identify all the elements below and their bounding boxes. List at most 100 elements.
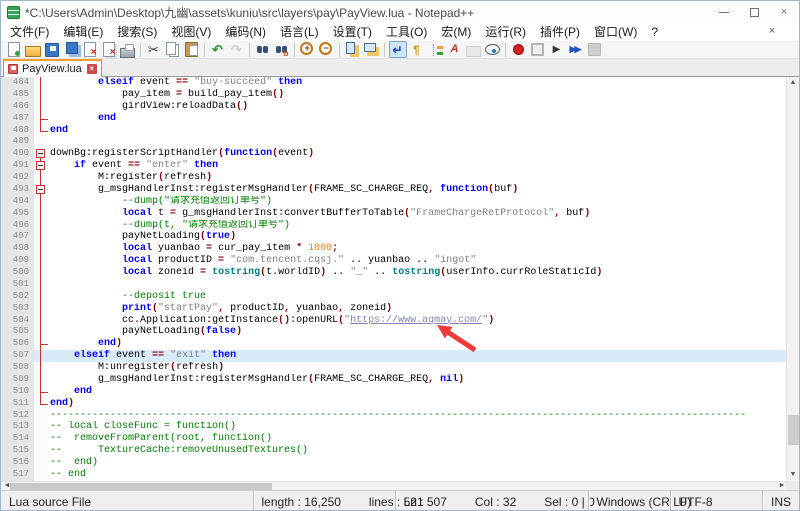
- line-number[interactable]: 492: [1, 172, 34, 184]
- fold-marker[interactable]: [34, 160, 48, 172]
- code-line[interactable]: 506 end): [1, 338, 788, 350]
- line-number[interactable]: 511: [1, 398, 34, 410]
- line-number[interactable]: 517: [1, 469, 34, 481]
- sync-scroll-horizontal-icon[interactable]: [363, 41, 381, 58]
- code-line[interactable]: 489: [1, 136, 788, 148]
- line-number[interactable]: 513: [1, 421, 34, 433]
- code-line[interactable]: 501: [1, 279, 788, 291]
- line-number[interactable]: 499: [1, 255, 34, 267]
- menu-item[interactable]: 运行(R): [478, 23, 533, 41]
- menu-item[interactable]: 窗口(W): [587, 23, 644, 41]
- line-number[interactable]: 496: [1, 220, 34, 232]
- code-line[interactable]: 500 local zoneid = tostring(t.worldID) .…: [1, 267, 788, 279]
- sync-scroll-vertical-icon[interactable]: [344, 41, 362, 58]
- line-number[interactable]: 504: [1, 315, 34, 327]
- line-number[interactable]: 516: [1, 457, 34, 469]
- line-number[interactable]: 491: [1, 160, 34, 172]
- print-icon[interactable]: [119, 41, 137, 58]
- save-all-icon[interactable]: [62, 41, 80, 58]
- paste-icon[interactable]: [183, 41, 201, 58]
- code-line[interactable]: 493 g_msgHandlerInst:registerMsgHandler(…: [1, 184, 788, 196]
- line-number[interactable]: 509: [1, 374, 34, 386]
- document-list-icon[interactable]: [465, 41, 483, 58]
- line-number[interactable]: 490: [1, 148, 34, 160]
- line-number[interactable]: 487: [1, 113, 34, 125]
- code-line[interactable]: 517-- end: [1, 469, 788, 481]
- code-area[interactable]: 484 elseif event == "buy-succeed" then48…: [1, 77, 788, 481]
- code-line[interactable]: 514-- removeFromParent(root, function(): [1, 433, 788, 445]
- close-all-icon[interactable]: [100, 41, 118, 58]
- fold-marker[interactable]: [34, 184, 48, 196]
- code-line[interactable]: 491 if event == "enter" then: [1, 160, 788, 172]
- undo-icon[interactable]: ↶: [209, 41, 227, 58]
- code-line[interactable]: 497 payNetLoading(true): [1, 231, 788, 243]
- horizontal-scroll-thumb[interactable]: [10, 483, 272, 490]
- line-number[interactable]: 515: [1, 445, 34, 457]
- line-number[interactable]: 495: [1, 208, 34, 220]
- horizontal-scrollbar[interactable]: ◄ ►: [1, 481, 788, 490]
- code-line[interactable]: 503 print("startPay", productID, yuanbao…: [1, 303, 788, 315]
- menu-item[interactable]: 文件(F): [3, 23, 56, 41]
- tab-payview-lua[interactable]: PayView.lua ×: [3, 59, 102, 77]
- macro-play-icon[interactable]: ▶: [548, 41, 566, 58]
- vertical-scroll-thumb[interactable]: [788, 415, 799, 445]
- line-number[interactable]: 488: [1, 125, 34, 137]
- menu-item[interactable]: ?: [644, 23, 665, 41]
- line-number[interactable]: 507: [1, 350, 34, 362]
- line-number[interactable]: 508: [1, 362, 34, 374]
- code-line[interactable]: 505 payNetLoading(false): [1, 326, 788, 338]
- code-line[interactable]: 502 --deposit true: [1, 291, 788, 303]
- fold-marker[interactable]: [34, 148, 48, 160]
- line-number[interactable]: 505: [1, 326, 34, 338]
- minimize-button[interactable]: [709, 1, 739, 23]
- code-line[interactable]: 487 end: [1, 113, 788, 125]
- code-line[interactable]: 508 M:unregister(refresh): [1, 362, 788, 374]
- code-line[interactable]: 495 local t = g_msgHandlerInst:convertBu…: [1, 208, 788, 220]
- status-insert-mode[interactable]: INS: [762, 491, 799, 511]
- menu-item[interactable]: 编辑(E): [56, 23, 110, 41]
- vertical-scrollbar[interactable]: ▲ ▼: [786, 77, 799, 481]
- code-line[interactable]: 511end): [1, 398, 788, 410]
- menu-close-icon[interactable]: ×: [765, 25, 779, 39]
- line-number[interactable]: 514: [1, 433, 34, 445]
- line-number[interactable]: 485: [1, 89, 34, 101]
- cut-icon[interactable]: ✂: [145, 41, 163, 58]
- menu-item[interactable]: 语言(L): [273, 23, 326, 41]
- line-number[interactable]: 486: [1, 101, 34, 113]
- code-line[interactable]: 490downBg:registerScriptHandler(function…: [1, 148, 788, 160]
- line-number[interactable]: 497: [1, 231, 34, 243]
- copy-icon[interactable]: [164, 41, 182, 58]
- menu-item[interactable]: 设置(T): [326, 23, 379, 41]
- line-number[interactable]: 489: [1, 136, 34, 148]
- code-line[interactable]: 488end: [1, 125, 788, 137]
- line-number[interactable]: 502: [1, 291, 34, 303]
- code-line[interactable]: 485 pay_item = build_pay_item(): [1, 89, 788, 101]
- macro-stop-icon[interactable]: [529, 41, 547, 58]
- menu-item[interactable]: 编码(N): [218, 23, 273, 41]
- code-line[interactable]: 494 --dump("请求充值返回订单号"): [1, 196, 788, 208]
- code-line[interactable]: 484 elseif event == "buy-succeed" then: [1, 77, 788, 89]
- word-wrap-icon[interactable]: ↵: [389, 41, 407, 58]
- close-icon[interactable]: [81, 41, 99, 58]
- line-number[interactable]: 484: [1, 77, 34, 89]
- close-button[interactable]: ×: [769, 1, 799, 23]
- line-number[interactable]: 506: [1, 338, 34, 350]
- find-icon[interactable]: [254, 41, 272, 58]
- zoom-in-icon[interactable]: +: [299, 41, 317, 58]
- scroll-up-icon[interactable]: ▲: [787, 77, 799, 89]
- zoom-out-icon[interactable]: −: [318, 41, 336, 58]
- tab-close-icon[interactable]: ×: [87, 64, 97, 74]
- show-indent-guide-icon[interactable]: [427, 41, 445, 58]
- save-icon[interactable]: [43, 41, 61, 58]
- menu-item[interactable]: 搜索(S): [110, 23, 164, 41]
- code-line[interactable]: 513-- local closeFunc = function(): [1, 421, 788, 433]
- line-number[interactable]: 510: [1, 386, 34, 398]
- replace-icon[interactable]: [273, 41, 291, 58]
- code-line[interactable]: 515-- TextureCache:removeUnusedTextures(…: [1, 445, 788, 457]
- scroll-down-icon[interactable]: ▼: [787, 469, 799, 481]
- code-line[interactable]: 492 M:register(refresh): [1, 172, 788, 184]
- line-number[interactable]: 501: [1, 279, 34, 291]
- line-number[interactable]: 503: [1, 303, 34, 315]
- show-all-characters-icon[interactable]: ¶: [408, 41, 426, 58]
- new-file-icon[interactable]: [5, 41, 23, 58]
